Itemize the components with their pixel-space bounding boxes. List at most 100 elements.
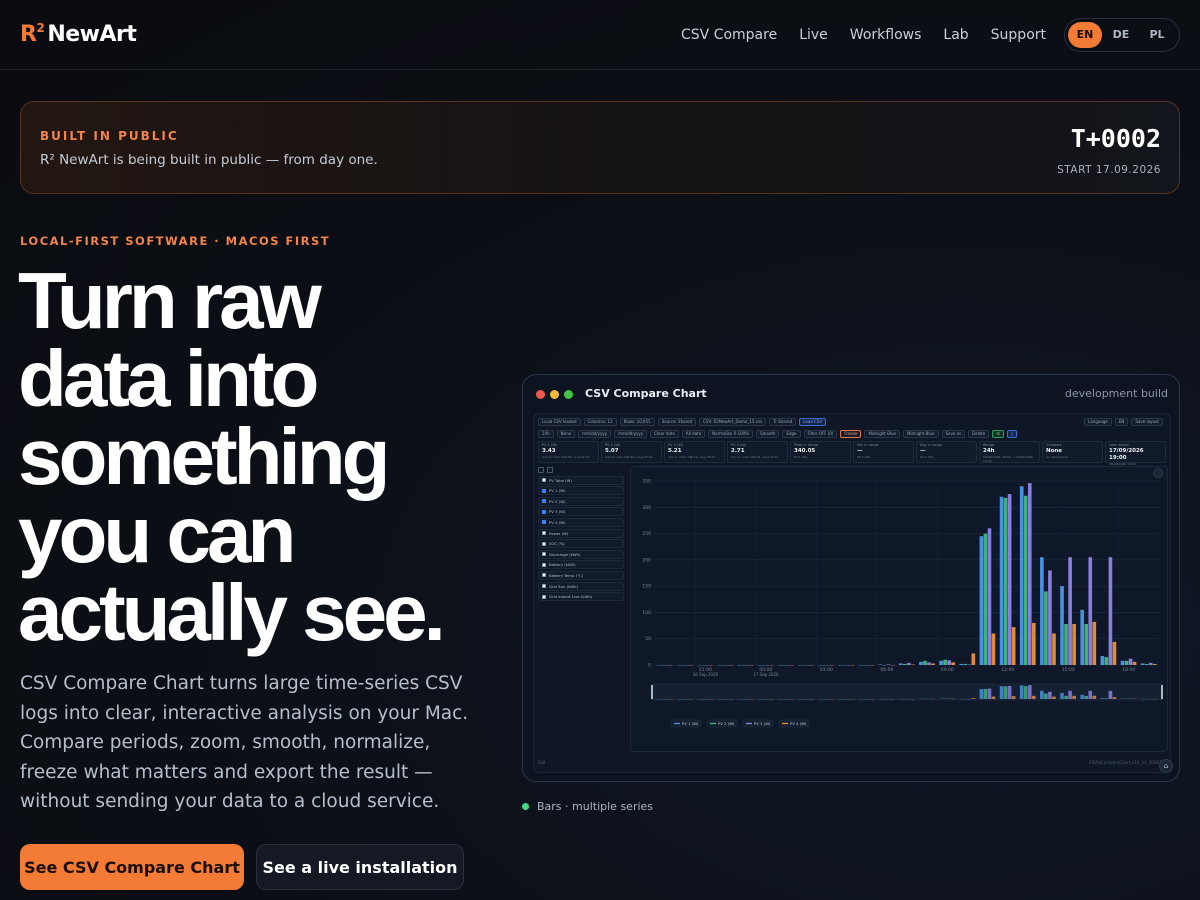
series-checkbox[interactable] xyxy=(542,531,546,536)
window-titlebar: CSV Compare Chart development build xyxy=(523,375,1179,411)
series-label: Battery Temp (°C) xyxy=(549,572,584,578)
series-checkbox[interactable] xyxy=(542,594,546,599)
bar xyxy=(1132,661,1137,665)
control-chip[interactable]: Freeze xyxy=(840,429,862,438)
home-icon[interactable]: ⌂ xyxy=(1159,759,1173,773)
stat-card: PV 1 (W) 3.43 min 0 / max 340.05 / avg 52.… xyxy=(538,441,599,463)
collapse-icon xyxy=(538,467,544,473)
series-toggle[interactable]: PV 1 (W) xyxy=(538,486,624,496)
see-live-installation-button[interactable]: See a live installation xyxy=(256,844,464,890)
language-pl-button[interactable]: PL xyxy=(1140,22,1174,48)
series-toggle[interactable]: Battery (kWh) xyxy=(538,560,624,570)
nav-link-support[interactable]: Support xyxy=(991,27,1046,43)
series-checkbox[interactable] xyxy=(542,499,546,504)
series-checkbox[interactable] xyxy=(542,478,546,483)
series-toggle[interactable]: PV Total (W) xyxy=(538,475,624,485)
stat-sub: min 0 / max 332.89 / avg 25.42 xyxy=(605,455,653,459)
nav-link-live[interactable]: Live xyxy=(799,27,828,43)
stat-sub: no comparison xyxy=(1046,455,1069,459)
y-tick-label: 150 xyxy=(642,584,651,590)
series-toggle[interactable]: Grid Sun (kWh) xyxy=(538,581,624,591)
toolbar-chip[interactable]: Save layout xyxy=(1131,417,1163,426)
series-label: PV 2 (W) xyxy=(549,498,566,504)
nav-link-csv-compare[interactable]: CSV Compare xyxy=(681,27,777,43)
series-toggle[interactable]: PV 3 (W) xyxy=(538,507,624,517)
control-chip[interactable]: All data xyxy=(681,429,706,438)
series-label: PV 1 (W) xyxy=(549,488,566,494)
bar xyxy=(907,662,911,665)
series-toggle[interactable]: Grid Import Live (kWh) xyxy=(538,592,624,602)
control-chip[interactable]: Save as xyxy=(941,429,966,438)
nav-link-lab[interactable]: Lab xyxy=(943,27,968,43)
overview-bar xyxy=(1080,694,1085,699)
language-en-button[interactable]: EN xyxy=(1068,21,1102,48)
toolbar-chip[interactable]: Source: Shared xyxy=(657,417,697,426)
series-toggle[interactable]: Power (W) xyxy=(538,528,624,538)
x-date-label: 17 Sep 2026 xyxy=(753,672,779,677)
bar-chart[interactable]: 05010015020025030035021:00 00:00 03:00 06:0… xyxy=(631,467,1169,753)
x-tick-label: 12:00 xyxy=(1001,667,1014,673)
language-de-button[interactable]: DE xyxy=(1104,22,1138,48)
control-chip[interactable]: mm/dd/yyyy xyxy=(578,429,612,438)
control-chip[interactable]: Filter OFF (0) xyxy=(803,429,838,438)
y-tick-label: 350 xyxy=(642,479,651,485)
toolbar-chip[interactable]: CSV: R2NewArt_Demo_15.csv xyxy=(699,417,767,426)
control-chip[interactable]: Edge xyxy=(782,429,801,438)
see-csv-compare-chart-button[interactable]: See CSV Compare Chart xyxy=(20,844,244,890)
stat-value: — xyxy=(857,448,863,454)
control-chip[interactable]: mm/dd/yyyy xyxy=(614,429,648,438)
series-checkbox[interactable] xyxy=(542,509,546,514)
series-checkbox[interactable] xyxy=(542,552,546,557)
series-toggle[interactable]: Battery Temp (°C) xyxy=(538,570,624,580)
hero-eyebrow: LOCAL-FIRST SOFTWARE · MACOS FIRST xyxy=(20,234,331,248)
control-chip[interactable]: Delete xyxy=(968,429,990,438)
bar xyxy=(1072,623,1076,665)
series-label: Grid Import Live (kWh) xyxy=(549,594,593,600)
bar xyxy=(943,659,947,665)
build-label: development build xyxy=(1064,387,1168,400)
legend-label: PV 1 (W) xyxy=(682,721,699,726)
toolbar-chip[interactable]: Local CSV loaded xyxy=(538,417,581,426)
toolbar-chip[interactable]: Columns: 12 xyxy=(583,417,617,426)
toolbar-chip[interactable]: EN xyxy=(1114,417,1129,426)
stat-sub: min 0 / max 340.05 / avg 52.33 xyxy=(542,455,590,459)
stat-value: 5.07 xyxy=(605,448,619,454)
series-toggle[interactable]: Discharge (kWh) xyxy=(538,549,624,559)
bar xyxy=(1044,591,1048,665)
series-checkbox[interactable] xyxy=(542,488,546,493)
nav-link-workflows[interactable]: Workflows xyxy=(850,27,922,43)
control-chip[interactable]: Midnight Blue xyxy=(902,429,939,438)
expand-icon xyxy=(547,467,553,473)
control-chip[interactable]: Normalize 0-100% xyxy=(708,429,754,438)
toolbar-chip[interactable]: Load CSV xyxy=(799,417,827,426)
layout-grid-icon[interactable]: ☰ xyxy=(992,429,1004,438)
control-chip[interactable]: Midnight Blue xyxy=(864,429,900,438)
banner-kicker: BUILT IN PUBLIC xyxy=(40,129,179,143)
series-checkbox[interactable] xyxy=(542,584,546,589)
start-date: START 17.09.2026 xyxy=(1057,164,1161,176)
bar xyxy=(1124,660,1129,665)
layout-split-icon[interactable]: ▯ xyxy=(1006,429,1018,438)
series-toggle[interactable]: PV 2 (W) xyxy=(538,496,624,506)
stat-sub: PV 1 (W) xyxy=(920,455,933,459)
chart-panel: 0 50 100 150 200 250 300 350 21:00 00:00 03:00 06:0… xyxy=(630,466,1168,752)
bar xyxy=(1100,656,1105,665)
series-checkbox[interactable] xyxy=(542,562,546,567)
series-checkbox[interactable] xyxy=(542,541,546,546)
bar xyxy=(1068,557,1072,665)
toolbar-chip[interactable]: Rows: 10,955 xyxy=(619,417,655,426)
series-checkbox[interactable] xyxy=(542,573,546,578)
toolbar-chip[interactable]: Tr Shared xyxy=(769,417,797,426)
control-chip[interactable]: 24h xyxy=(538,429,554,438)
toolbar-chip[interactable]: Language xyxy=(1084,417,1112,426)
bar xyxy=(1048,570,1052,665)
series-toggle[interactable]: PV 4 (W) xyxy=(538,517,624,527)
series-toggle[interactable]: SOC (%) xyxy=(538,539,624,549)
control-chip[interactable]: Smooth xyxy=(756,429,780,438)
control-chip[interactable]: Clear date xyxy=(650,429,679,438)
series-checkbox[interactable] xyxy=(542,520,546,525)
y-tick-label: 300 xyxy=(642,505,651,511)
overview-bar xyxy=(1003,686,1008,699)
brand-logo[interactable]: R 2 NewArt xyxy=(20,21,137,47)
control-chip[interactable]: None xyxy=(556,429,576,438)
